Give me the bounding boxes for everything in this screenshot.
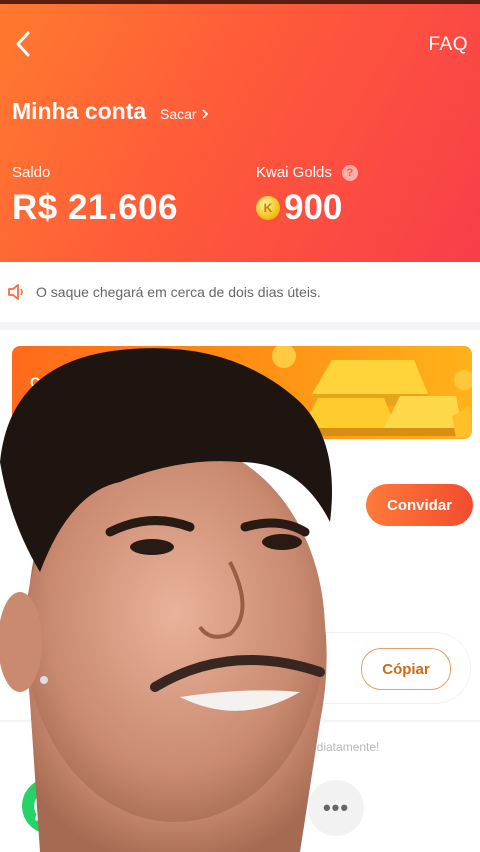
golds-label: Kwai Golds [256,164,332,181]
speaker-icon [8,284,23,300]
page-title: Minha conta [12,98,147,124]
chevron-left-icon [16,31,30,57]
withdraw-label: Sacar [160,106,197,122]
question-circle-icon[interactable]: ? [341,164,358,181]
back-button[interactable] [8,26,38,62]
account-header: FAQ Minha conta Sacar Saldo R$ 21.606 Kw… [0,4,480,262]
faq-link[interactable]: FAQ [428,34,468,56]
invite-button[interactable]: Convidar [366,484,473,526]
golds-value: 900 [284,188,343,227]
balance-value: R$ 21.606 [12,188,179,227]
golds-value-row: K 900 [256,188,342,228]
notice-text: O saque chegará em cerca de dois dias út… [36,284,321,300]
golds-label-row: Kwai Golds ? [256,164,358,181]
person-overlay [0,348,332,852]
copy-button[interactable]: Cópiar [361,648,451,690]
withdraw-link[interactable]: Sacar [160,106,209,122]
chevron-right-icon [201,109,208,119]
kwai-coin-icon: K [256,196,280,220]
withdraw-notice: O saque chegará em cerca de dois dias út… [0,262,480,322]
balance-label: Saldo [12,164,51,181]
